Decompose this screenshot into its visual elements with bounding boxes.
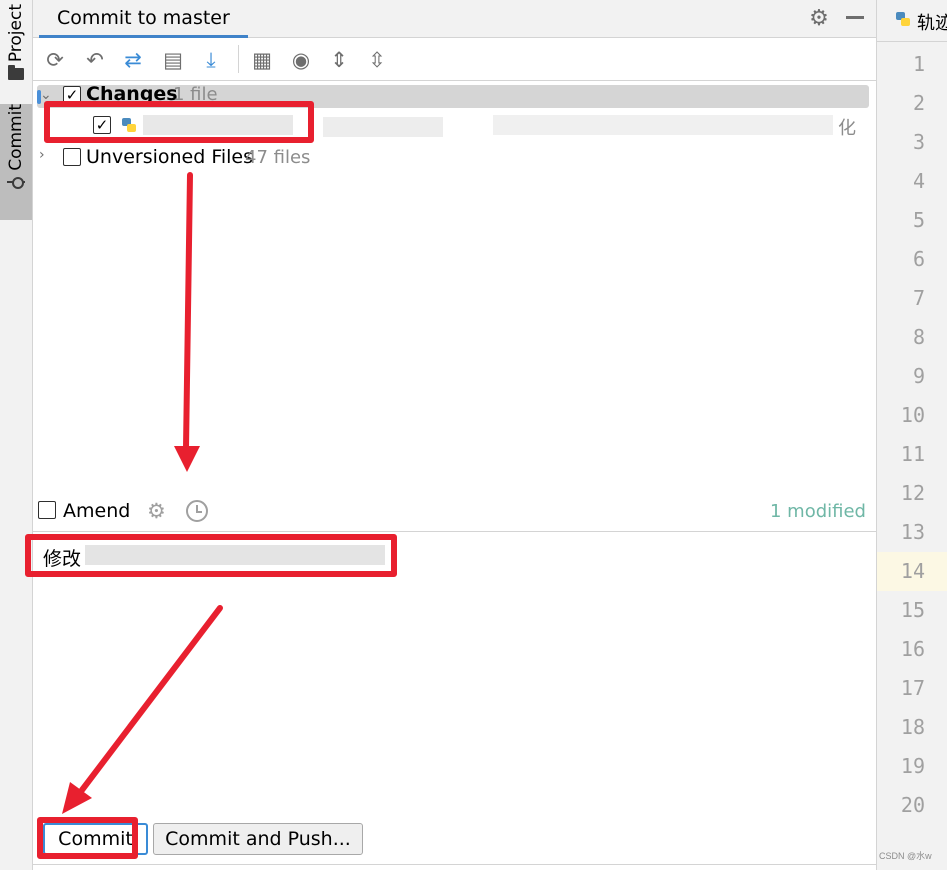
changes-label: Changes	[86, 83, 178, 105]
line-number: 10	[900, 403, 925, 427]
redacted-filename	[323, 117, 443, 137]
line-number: 2	[912, 91, 925, 115]
commit-message-editor[interactable]: 修改	[33, 533, 876, 819]
changes-tree: ⌄ ✓ Changes 1 file ✓ 化 › Unversioned Fil…	[33, 82, 876, 490]
line-number: 1	[912, 52, 925, 76]
shelve-icon[interactable]: ⤓	[197, 47, 225, 73]
line-number: 13	[900, 520, 925, 544]
changelist-icon[interactable]: ▤	[159, 47, 187, 73]
file-checkbox[interactable]: ✓	[93, 116, 111, 134]
tool-window-strip: Project Commit	[0, 0, 33, 870]
line-number: 17	[900, 676, 925, 700]
amend-bar: Amend ⚙ 1 modified	[33, 494, 876, 532]
unversioned-files-node[interactable]: › Unversioned Files 47 files	[33, 144, 876, 170]
project-tab-label: Project	[6, 4, 26, 63]
changes-checkbox[interactable]: ✓	[63, 86, 81, 104]
commit-options-gear-icon[interactable]: ⚙	[147, 499, 166, 524]
chevron-right-icon[interactable]: ›	[39, 147, 45, 163]
commit-icon	[7, 176, 25, 189]
project-tool-tab[interactable]: Project	[0, 4, 32, 88]
minimize-icon[interactable]	[846, 16, 864, 19]
gear-icon[interactable]: ⚙	[807, 6, 831, 30]
file-path-tail: 化	[838, 118, 856, 138]
redacted-path	[493, 115, 833, 135]
watermark: CSDN @水w	[879, 851, 932, 861]
group-by-icon[interactable]: ▦	[248, 47, 276, 73]
line-number: 11	[900, 442, 925, 466]
line-number: 18	[900, 715, 925, 739]
line-number: 7	[912, 286, 925, 310]
commit-toolbar: ⟳ ↶ ⇄ ▤ ⤓ ▦ ◉ ⇕ ⇳	[33, 39, 876, 81]
commit-tool-tab[interactable]: Commit	[0, 104, 32, 220]
redacted-message	[85, 545, 385, 565]
line-number: 3	[912, 130, 925, 154]
line-number: 14	[877, 552, 947, 591]
commit-panel-header: Commit to master ⚙	[33, 0, 876, 38]
python-file-icon	[122, 118, 136, 132]
bottom-divider	[33, 864, 876, 865]
toolbar-separator	[238, 45, 239, 73]
line-number: 4	[912, 169, 925, 193]
editor-gutter: 轨迹 1 2 3 4 5 6 7 8 9 10 11 12 13 14 15 16 17 18 19 20 CSDN …	[876, 0, 947, 870]
amend-checkbox[interactable]	[38, 501, 56, 519]
line-number: 12	[900, 481, 925, 505]
line-number: 15	[900, 598, 925, 622]
tab-commit-to-master[interactable]: Commit to master	[39, 0, 248, 38]
rollback-icon[interactable]: ↶	[81, 47, 109, 73]
folder-icon	[8, 65, 24, 81]
amend-label[interactable]: Amend	[63, 500, 130, 522]
editor-file-tab[interactable]: 轨迹	[877, 0, 947, 42]
changes-count: 1 file	[173, 84, 218, 105]
python-file-icon	[896, 12, 910, 26]
editor-tab-label: 轨迹	[917, 13, 947, 34]
changed-file-row[interactable]: ✓ 化	[33, 111, 876, 139]
unversioned-count: 47 files	[245, 147, 311, 168]
line-number: 16	[900, 637, 925, 661]
line-number: 9	[912, 364, 925, 388]
collapse-all-icon[interactable]: ⇳	[363, 47, 391, 73]
line-number: 20	[900, 793, 925, 817]
commit-button[interactable]: Commit	[43, 823, 148, 855]
redacted-filename	[143, 115, 293, 135]
line-number: 5	[912, 208, 925, 232]
refresh-icon[interactable]: ⟳	[41, 47, 69, 73]
diff-icon[interactable]: ⇄	[119, 47, 147, 73]
chevron-down-icon[interactable]: ⌄	[40, 87, 52, 103]
commit-tab-label: Commit	[6, 104, 26, 171]
modified-count: 1 modified	[770, 501, 866, 522]
unversioned-checkbox[interactable]	[63, 148, 81, 166]
line-number: 19	[900, 754, 925, 778]
expand-all-icon[interactable]: ⇕	[325, 47, 353, 73]
line-number: 8	[912, 325, 925, 349]
commit-history-clock-icon[interactable]	[186, 500, 208, 522]
line-number: 6	[912, 247, 925, 271]
commit-message-text: 修改	[43, 548, 82, 570]
unversioned-label: Unversioned Files	[86, 146, 254, 168]
commit-and-push-button[interactable]: Commit and Push...	[153, 823, 363, 855]
view-options-icon[interactable]: ◉	[287, 47, 315, 73]
